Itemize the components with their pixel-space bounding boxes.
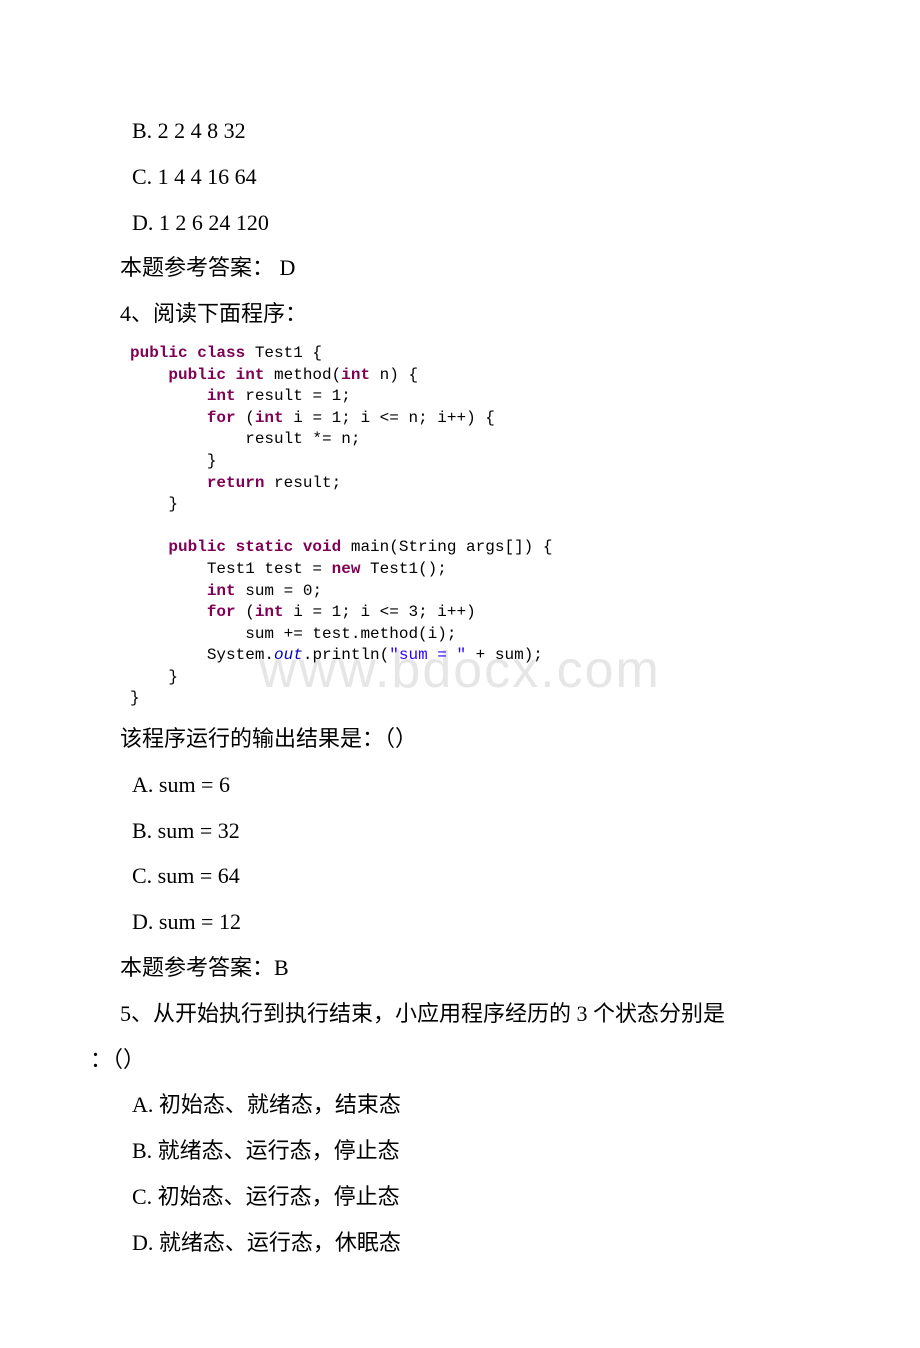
- code-text: result *= n;: [130, 430, 360, 448]
- q3-option-c: C. 1 4 4 16 64: [90, 156, 830, 198]
- code-kw: int: [255, 603, 284, 621]
- q4-prompt: 4、阅读下面程序：: [90, 293, 830, 335]
- q5-option-d: D. 就绪态、运行态，休眠态: [90, 1222, 830, 1264]
- q4-option-d: D. sum = 12: [90, 901, 830, 943]
- code-text: n) {: [370, 366, 418, 384]
- code-kw: for: [207, 603, 236, 621]
- q4-result-prompt: 该程序运行的输出结果是：（）: [90, 718, 830, 760]
- code-text: result = 1;: [236, 387, 351, 405]
- code-kw: int: [341, 366, 370, 384]
- code-text: System.: [130, 646, 274, 664]
- code-text: Test1();: [360, 560, 446, 578]
- code-kw: public int: [130, 366, 264, 384]
- code-kw: return: [207, 474, 265, 492]
- code-text: method(: [264, 366, 341, 384]
- code-text: + sum);: [466, 646, 543, 664]
- code-text: (: [236, 409, 255, 427]
- code-text: }: [130, 452, 216, 470]
- q5-prompt-line1: 5、从开始执行到执行结束，小应用程序经历的 3 个状态分别是: [90, 993, 830, 1035]
- code-kw: new: [332, 560, 361, 578]
- q4-option-c: C. sum = 64: [90, 855, 830, 897]
- code-text: Test1 test =: [130, 560, 332, 578]
- code-kw: int: [255, 409, 284, 427]
- code-text: sum = 0;: [236, 582, 322, 600]
- code-string: "sum = ": [389, 646, 466, 664]
- code-kw: public static void: [130, 538, 341, 556]
- code-text: }: [130, 668, 178, 686]
- q5-option-c: C. 初始态、运行态，停止态: [90, 1176, 830, 1218]
- code-kw: for: [207, 409, 236, 427]
- document-body: B. 2 2 4 8 32 C. 1 4 4 16 64 D. 1 2 6 24…: [0, 0, 920, 1348]
- q5-option-a: A. 初始态、就绪态，结束态: [90, 1084, 830, 1126]
- q4-option-a: A. sum = 6: [90, 764, 830, 806]
- code-text: result;: [264, 474, 341, 492]
- code-text: main(String args[]) {: [341, 538, 552, 556]
- code-text: Test1 {: [245, 344, 322, 362]
- q4-answer: 本题参考答案：B: [90, 947, 830, 989]
- q3-answer: 本题参考答案： D: [90, 247, 830, 289]
- code-text: .println(: [303, 646, 389, 664]
- code-kw: int: [207, 582, 236, 600]
- q4-code-block: public class Test1 { public int method(i…: [130, 343, 830, 710]
- code-kw: public class: [130, 344, 245, 362]
- code-kw: int: [207, 387, 236, 405]
- code-static: out: [274, 646, 303, 664]
- code-text: (: [236, 603, 255, 621]
- q5-option-b: B. 就绪态、运行态，停止态: [90, 1130, 830, 1172]
- q3-option-d: D. 1 2 6 24 120: [90, 202, 830, 244]
- q3-option-b: B. 2 2 4 8 32: [90, 110, 830, 152]
- q5-prompt-line2: ：（）: [90, 1039, 830, 1081]
- code-text: }: [130, 689, 140, 707]
- code-text: }: [130, 495, 178, 513]
- code-text: i = 1; i <= 3; i++): [284, 603, 476, 621]
- code-text: sum += test.method(i);: [130, 625, 456, 643]
- code-text: i = 1; i <= n; i++) {: [284, 409, 495, 427]
- q4-option-b: B. sum = 32: [90, 810, 830, 852]
